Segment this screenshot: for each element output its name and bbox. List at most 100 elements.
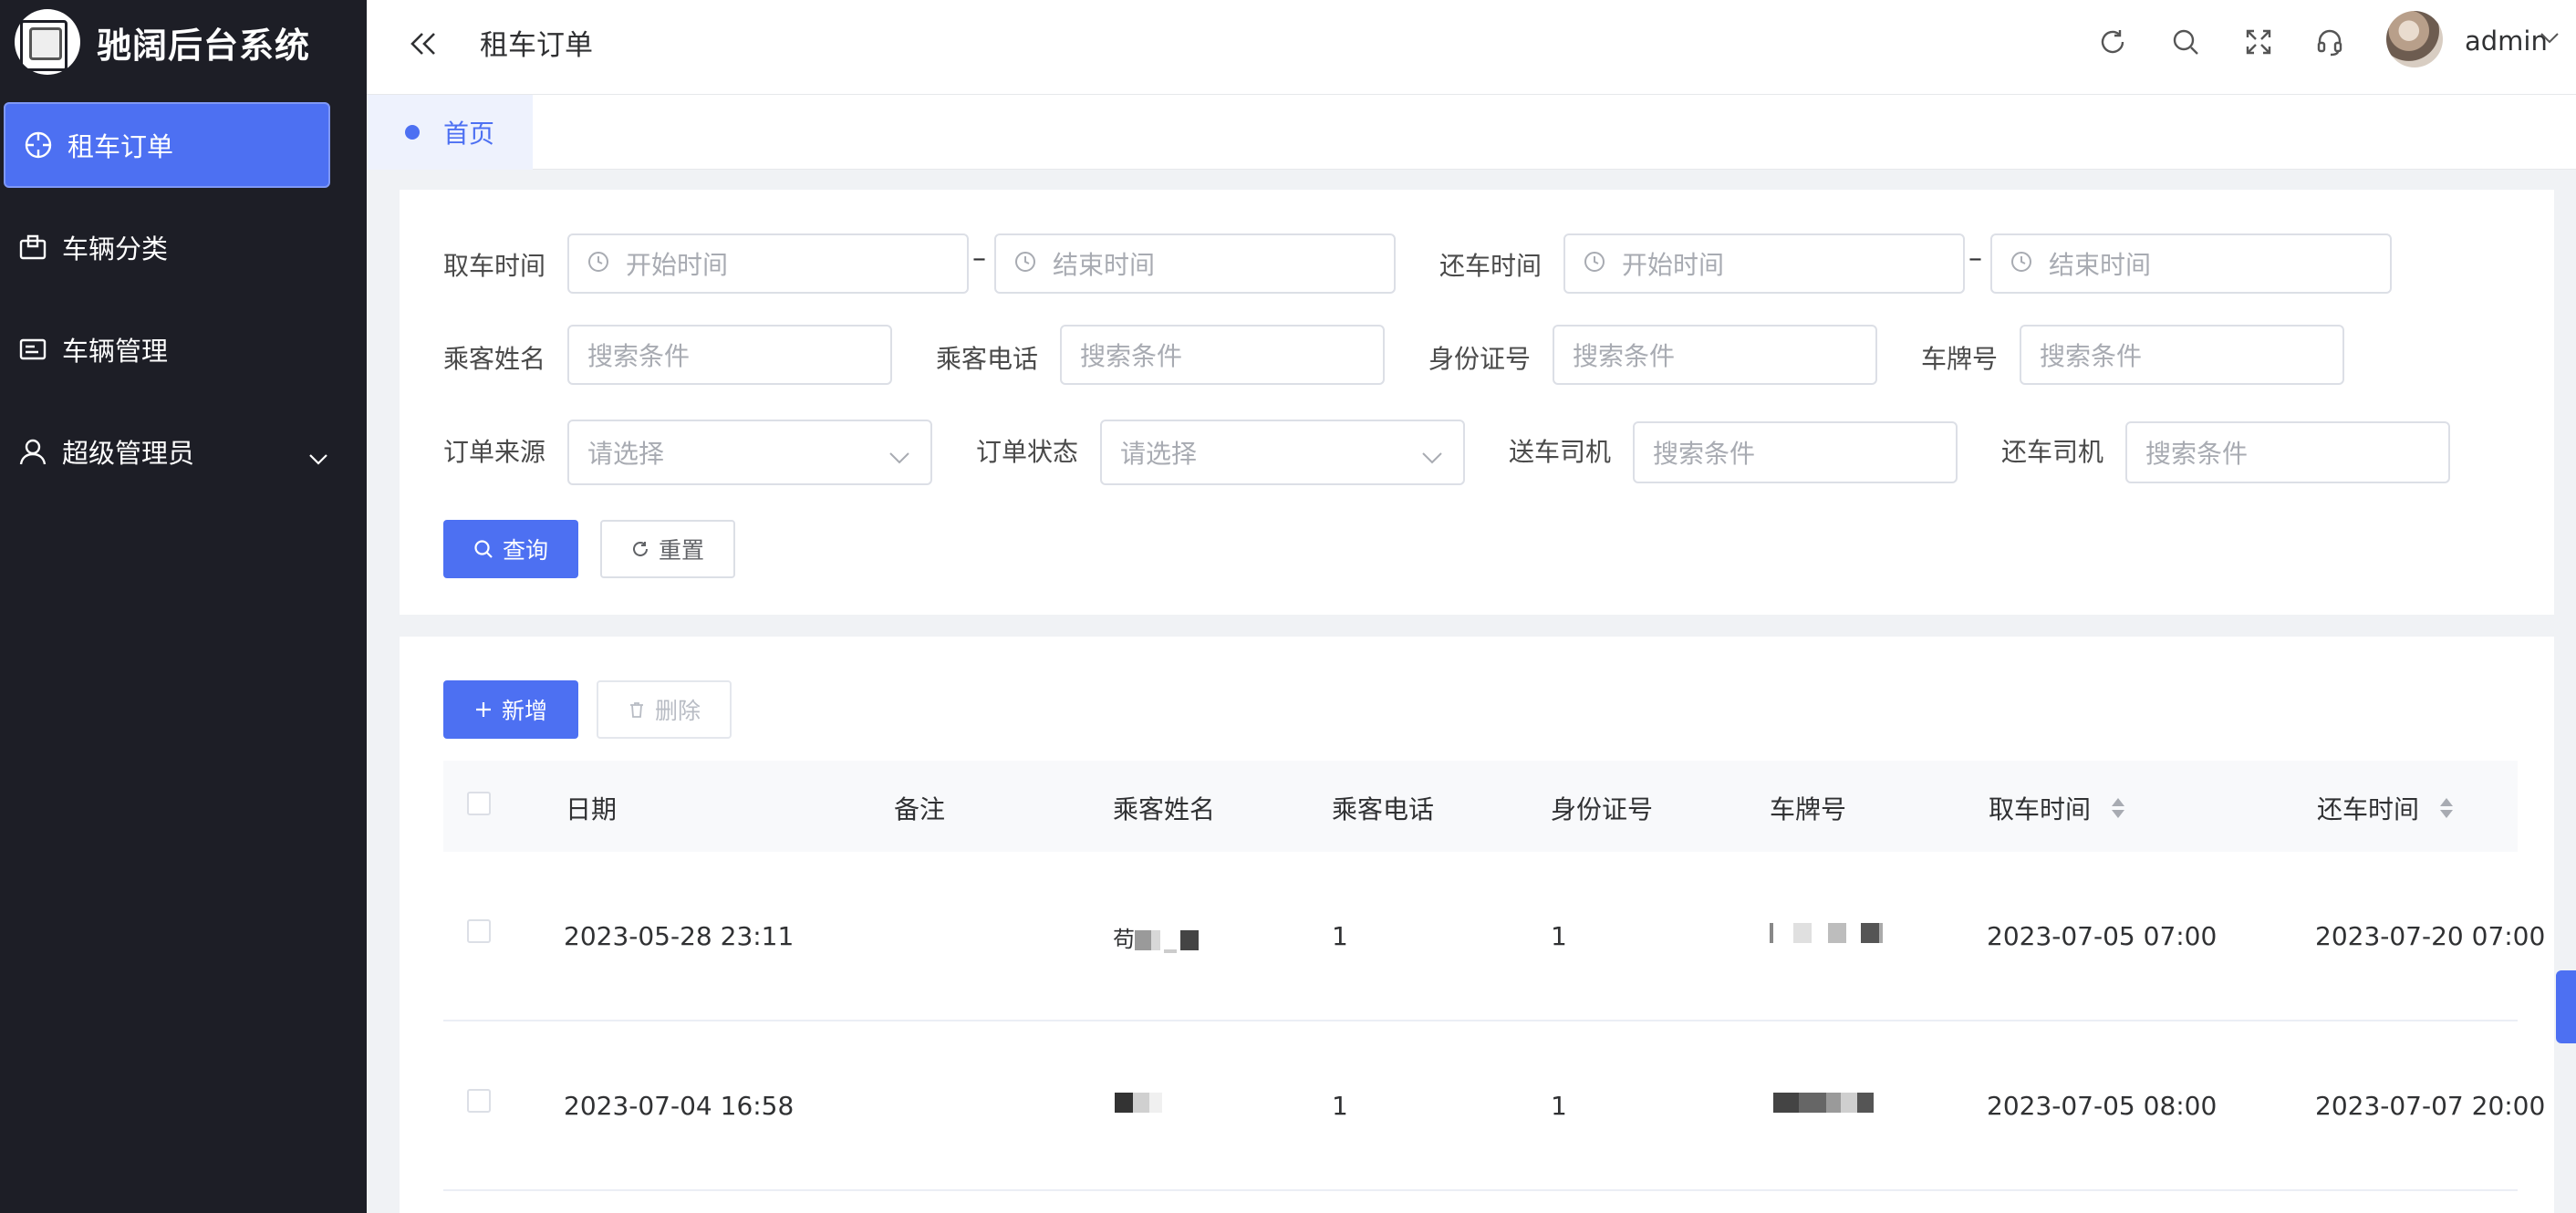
cell-passenger-phone: 1 [1332, 1091, 1348, 1121]
app-logo: 驰阔后台系统 [15, 7, 310, 77]
cell-passenger-name: 苟 [1113, 921, 1199, 953]
column-header-passenger-name[interactable]: 乘客姓名 [1113, 790, 1215, 826]
chevron-down-icon [308, 441, 328, 472]
username[interactable]: admin [2465, 26, 2548, 57]
table-row[interactable]: 2023-07-04 16:58 1 1 2023-07-05 08:00 20… [443, 1021, 2545, 1191]
avatar[interactable] [2386, 11, 2443, 67]
scrollbar-handle[interactable] [2556, 970, 2576, 1043]
search-icon[interactable] [2167, 24, 2204, 60]
placeholder-text: 搜索条件 [587, 341, 691, 371]
order-status-select[interactable]: 请选择 [1100, 420, 1465, 485]
sidebar-item-rental-orders[interactable]: 租车订单 [4, 102, 330, 188]
placeholder-text: 搜索条件 [1653, 439, 1756, 469]
order-status-label: 订单状态 [976, 437, 1079, 467]
sidebar-item-vehicle-management[interactable]: 车辆管理 [0, 306, 367, 392]
query-button[interactable]: 查询 [443, 520, 578, 578]
clock-icon [587, 249, 609, 279]
sidebar-item-vehicle-category[interactable]: 车辆分类 [0, 204, 367, 290]
plate-input[interactable]: 搜索条件 [2020, 325, 2344, 385]
name-text: 苟 [1113, 927, 1135, 952]
range-separator: – [1968, 243, 1982, 275]
cell-pickup-time: 2023-07-05 08:00 [1987, 1091, 2218, 1121]
placeholder-text: 开始时间 [1622, 250, 1725, 280]
search-icon [473, 539, 493, 559]
return-end-input[interactable]: 结束时间 [1990, 233, 2392, 294]
logo-icon [15, 9, 80, 75]
column-header-date[interactable]: 日期 [566, 790, 617, 826]
plate-label: 车牌号 [1921, 344, 1999, 374]
pickup-time-label: 取车时间 [443, 251, 546, 281]
delete-button[interactable]: 删除 [597, 680, 732, 739]
headset-icon[interactable] [2311, 24, 2348, 60]
sidebar-item-label: 超级管理员 [62, 438, 195, 469]
return-time-label: 还车时间 [1439, 251, 1542, 281]
tab-bar: 首页 [367, 95, 2576, 170]
placeholder-text: 结束时间 [1053, 250, 1156, 280]
cell-pickup-time: 2023-07-05 07:00 [1987, 921, 2218, 951]
active-dot [405, 125, 420, 140]
passenger-name-input[interactable]: 搜索条件 [567, 325, 892, 385]
return-driver-input[interactable]: 搜索条件 [2125, 421, 2450, 483]
cell-return-time: 2023-07-07 20:00 [2315, 1091, 2546, 1121]
sort-icon[interactable] [2438, 796, 2455, 826]
return-start-input[interactable]: 开始时间 [1563, 233, 1965, 294]
delivery-driver-label: 送车司机 [1509, 437, 1612, 467]
select-all-checkbox[interactable] [467, 792, 491, 815]
passenger-phone-input[interactable]: 搜索条件 [1060, 325, 1385, 385]
search-form: 取车时间 开始时间 – 结束时间 还车时间 开始时间 – 结束时间 乘客姓名 搜… [400, 190, 2554, 615]
clock-icon [1014, 249, 1036, 279]
fullscreen-icon[interactable] [2240, 24, 2277, 60]
sidebar-item-label: 车辆分类 [62, 233, 169, 264]
table-row[interactable]: 2023-05-28 23:11 苟 1 1 2023-07-05 07:00 … [443, 852, 2545, 1021]
placeholder-text: 请选择 [1120, 439, 1198, 469]
app-title: 驰阔后台系统 [97, 25, 311, 66]
top-header: 租车订单 admin [367, 0, 2576, 95]
column-header-pickup-time[interactable]: 取车时间 [1989, 790, 2126, 826]
column-header-return-time[interactable]: 还车时间 [2317, 790, 2455, 826]
table-header: 日期 备注 乘客姓名 乘客电话 身份证号 车牌号 取车时间 还车时间 [443, 761, 2518, 852]
id-number-input[interactable]: 搜索条件 [1553, 325, 1877, 385]
cell-return-time: 2023-07-20 07:00 [2315, 921, 2546, 951]
refresh-icon [631, 540, 649, 558]
pickup-end-input[interactable]: 结束时间 [994, 233, 1396, 294]
id-number-label: 身份证号 [1428, 344, 1532, 374]
refresh-icon[interactable] [2094, 24, 2131, 60]
sidebar-item-label: 租车订单 [68, 131, 174, 162]
column-header-plate[interactable]: 车牌号 [1770, 790, 1846, 826]
collapse-sidebar-icon[interactable] [403, 24, 443, 64]
column-header-label: 还车时间 [2317, 794, 2420, 824]
sidebar: 驰阔后台系统 租车订单 车辆分类 车辆管理 超级管理员 [0, 0, 367, 1213]
placeholder-text: 搜索条件 [1080, 341, 1183, 371]
column-header-passenger-phone[interactable]: 乘客电话 [1332, 790, 1434, 826]
trash-icon [628, 700, 646, 719]
order-source-label: 订单来源 [443, 437, 546, 467]
range-separator: – [972, 243, 986, 275]
row-checkbox[interactable] [467, 919, 491, 943]
add-button[interactable]: 新增 [443, 680, 578, 739]
passenger-name-label: 乘客姓名 [443, 344, 546, 374]
placeholder-text: 搜索条件 [2145, 439, 2249, 469]
button-label: 重置 [658, 537, 704, 564]
reset-button[interactable]: 重置 [600, 520, 735, 578]
sort-icon[interactable] [2110, 796, 2126, 826]
column-header-remark[interactable]: 备注 [894, 790, 945, 826]
cell-passenger-phone: 1 [1332, 921, 1348, 951]
sidebar-item-super-admin[interactable]: 超级管理员 [0, 409, 367, 494]
order-source-select[interactable]: 请选择 [567, 420, 932, 485]
pickup-start-input[interactable]: 开始时间 [567, 233, 969, 294]
placeholder-text: 搜索条件 [1573, 341, 1676, 371]
orders-table-card: 新增 删除 日期 备注 乘客姓名 乘客电话 身份证号 车牌号 取车时间 还车时间… [400, 637, 2554, 1213]
return-driver-label: 还车司机 [2001, 437, 2104, 467]
tab-home[interactable]: 首页 [367, 95, 533, 170]
clock-icon [2010, 249, 2032, 279]
row-checkbox[interactable] [467, 1089, 491, 1113]
column-header-id-number[interactable]: 身份证号 [1551, 790, 1653, 826]
cell-plate-redacted [1770, 923, 1883, 949]
card-icon [16, 333, 49, 366]
cell-date: 2023-05-28 23:11 [564, 921, 795, 951]
box-icon [16, 231, 49, 264]
delivery-driver-input[interactable]: 搜索条件 [1633, 421, 1958, 483]
chevron-down-icon[interactable] [2540, 31, 2560, 48]
chevron-down-icon [1421, 441, 1443, 472]
button-label: 新增 [501, 698, 547, 724]
